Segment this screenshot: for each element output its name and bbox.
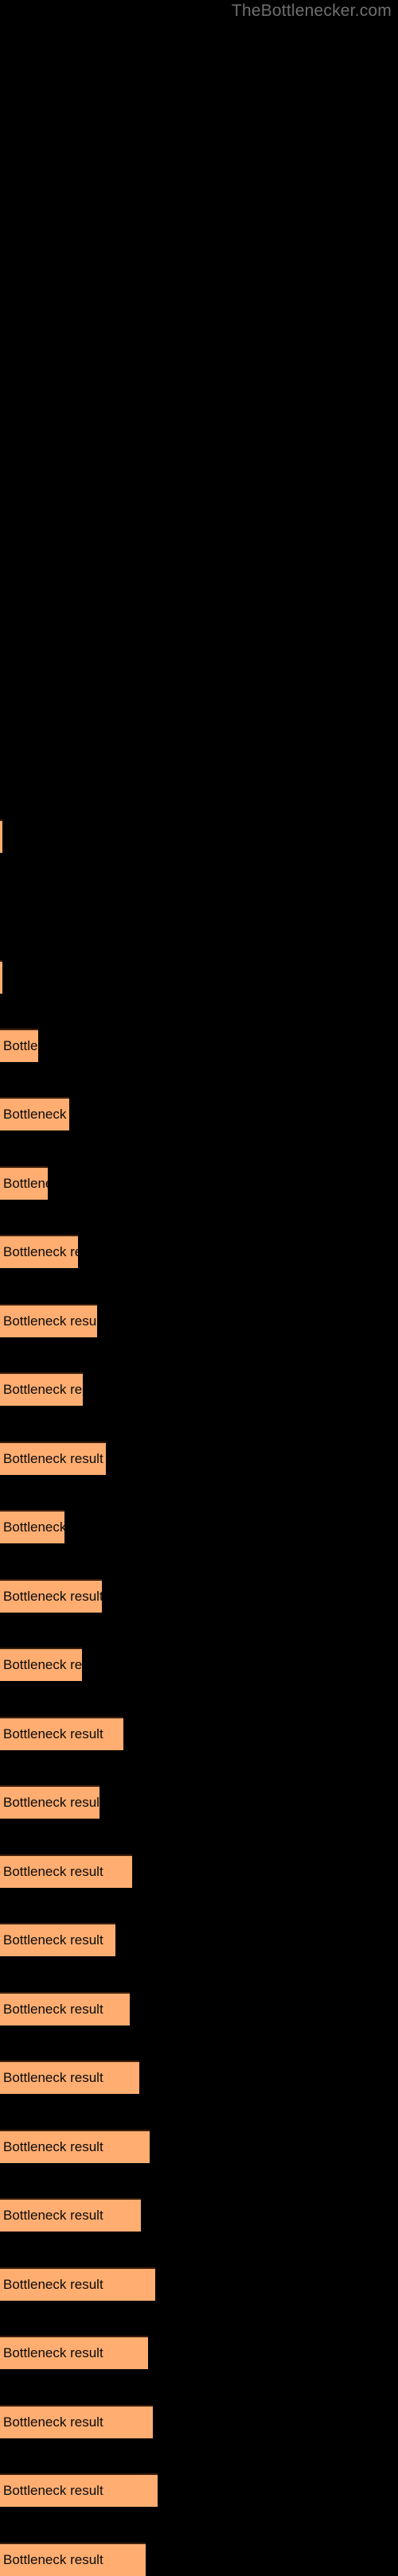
bar-label: Bottleneck result: [3, 2208, 103, 2223]
bar-label: Bottleneck result: [3, 1589, 102, 1604]
bar: Bottleneck result: [0, 2060, 139, 2094]
bar-label: Bottleneck result: [3, 1520, 64, 1535]
bar: Bottleneck result: [0, 1785, 100, 1819]
bar: Bottleneck result: [0, 1372, 83, 1406]
bar: Bottleneck result: [0, 1579, 102, 1613]
bar-label: Bottleneck result: [3, 1657, 82, 1672]
bar-label: Bottleneck result: [3, 2002, 103, 2017]
bar: Bottleneck result: [0, 2405, 153, 2438]
bar-label: Bottleneck result: [3, 1795, 100, 1810]
bar-label: Bottleneck result: [3, 1932, 103, 1948]
bar: Bottleneck result: [0, 1648, 82, 1681]
bar-label: Bottleneck result: [3, 1451, 103, 1466]
bar: Bottleneck result: [0, 1235, 78, 1268]
bar-label: Bottleneck result: [3, 2552, 103, 2567]
bar: Bottleneck result: [0, 1717, 123, 1750]
bar: Bottleneck result: [0, 2267, 155, 2301]
bar: Bottleneck result: [0, 1923, 115, 1956]
bar-label: Bottleneck result: [3, 2139, 103, 2154]
bar: Bottleneck result: [0, 819, 2, 853]
bar: Bottleneck result: [0, 2198, 141, 2232]
bar-label: Bottleneck result: [3, 1313, 97, 1329]
bar-label: Bottleneck result: [3, 2345, 103, 2360]
bar-label: Bottleneck result: [3, 1726, 103, 1741]
bar: Bottleneck result: [0, 1166, 48, 1200]
bar-label: Bottleneck result: [3, 1038, 38, 1053]
bottleneck-bar-chart: TheBottlenecker.com Bottleneck resultBot…: [0, 0, 398, 2576]
bar: Bottleneck result: [0, 1442, 106, 1475]
plot-area: Bottleneck result Bottleneck result Bottle…: [0, 0, 398, 2576]
bar: Bottleneck result: [0, 2473, 158, 2507]
bar: Bottleneck result: [0, 1097, 69, 1130]
bar: Bottleneck result: [0, 2336, 148, 2369]
bar-label: Bottleneck result: [3, 1244, 78, 1259]
bar-label: Bottleneck result: [3, 2483, 103, 2498]
bar-label: Bottleneck result: [3, 2415, 103, 2430]
bar: Bottleneck result: [0, 1510, 64, 1543]
bar: Bottleneck result: [0, 2543, 146, 2576]
bar-label: Bottleneck result: [3, 1107, 69, 1122]
bar: Bottleneck result: [0, 1304, 97, 1337]
bar-label: Bottleneck result: [3, 1382, 83, 1397]
bar: Bottleneck result: [0, 960, 2, 994]
bar: Bottleneck result: [0, 1029, 38, 1062]
bar-label: Bottleneck result: [3, 2070, 103, 2085]
bar-label: Bottleneck result: [3, 1176, 48, 1191]
bar: Bottleneck result: [0, 1992, 130, 2025]
bar: Bottleneck result: [0, 1854, 132, 1888]
bar-label: Bottleneck result: [3, 1864, 103, 1879]
bar: Bottleneck result: [0, 2130, 150, 2163]
bar-label: Bottleneck result: [3, 2277, 103, 2292]
